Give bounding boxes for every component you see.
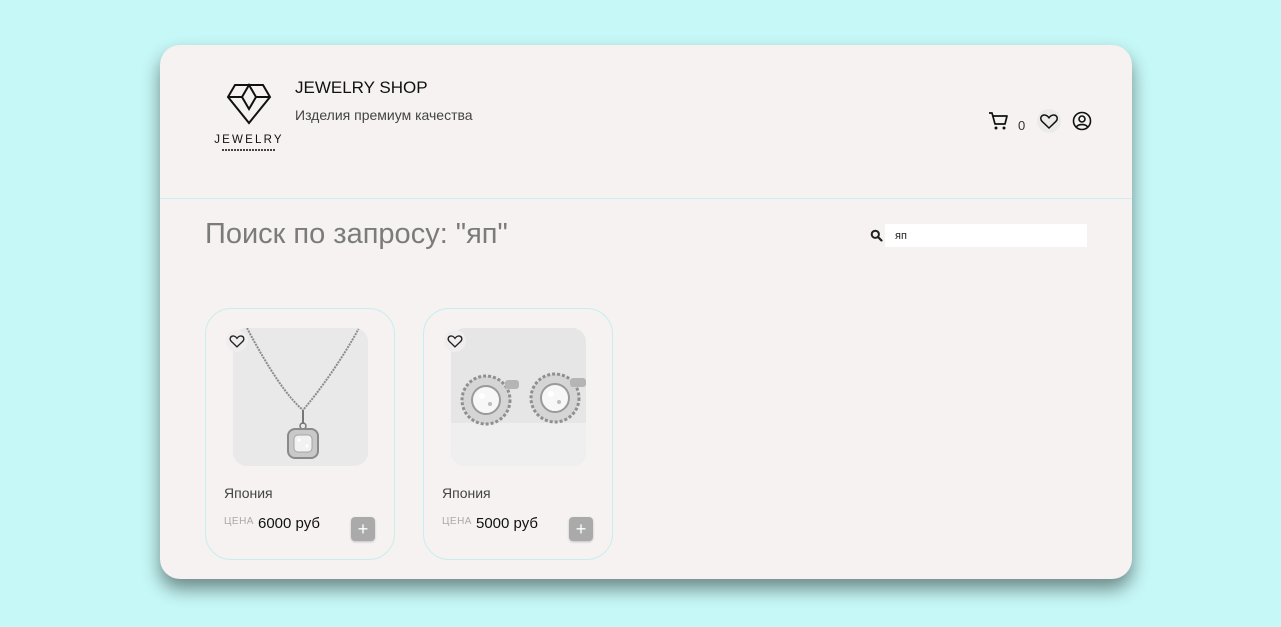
price-label: ЦЕНА xyxy=(442,516,472,527)
heart-icon xyxy=(1040,114,1058,130)
product-name[interactable]: Япония xyxy=(442,485,491,501)
favorite-toggle[interactable] xyxy=(226,330,248,352)
logo-wordmark: JEWELRY xyxy=(214,134,284,146)
product-image-necklace[interactable] xyxy=(233,328,368,466)
add-to-cart-button[interactable]: + xyxy=(351,517,375,541)
heart-icon xyxy=(447,335,463,348)
price-value: 5000 руб xyxy=(476,515,538,532)
shop-subtitle: Изделия премиум качества xyxy=(295,107,473,123)
favorite-toggle[interactable] xyxy=(444,330,466,352)
shop-title: JEWELRY SHOP xyxy=(295,78,428,97)
user-icon xyxy=(1072,111,1092,131)
diamond-logo-icon xyxy=(226,83,272,125)
product-card[interactable]: Япония ЦЕНА 6000 руб + xyxy=(205,308,395,560)
add-to-cart-button[interactable]: + xyxy=(569,517,593,541)
search-icon[interactable] xyxy=(870,229,883,242)
product-image-earrings[interactable] xyxy=(451,328,586,466)
product-name[interactable]: Япония xyxy=(224,485,273,501)
search-input[interactable] xyxy=(885,224,1087,247)
brand-logo[interactable]: JEWELRY xyxy=(208,79,290,161)
search-results-heading: Поиск по запросу: "яп" xyxy=(205,218,508,250)
site-header: JEWELRY JEWELRY SHOP Изделия премиум кач… xyxy=(160,45,1132,199)
profile-button[interactable] xyxy=(1071,110,1093,137)
earrings-image xyxy=(451,328,586,466)
product-card[interactable]: Япония ЦЕНА 5000 руб + xyxy=(423,308,613,560)
cart-count: 0 xyxy=(1018,118,1026,133)
cart-button[interactable] xyxy=(988,110,1010,137)
logo-tagline-mark xyxy=(222,149,276,151)
necklace-image xyxy=(233,328,368,466)
app-window: JEWELRY JEWELRY SHOP Изделия премиум кач… xyxy=(160,45,1132,579)
price-value: 6000 руб xyxy=(258,515,320,532)
cart-icon xyxy=(989,112,1008,130)
price-label: ЦЕНА xyxy=(224,516,254,527)
heart-icon xyxy=(229,335,245,348)
favorites-button[interactable] xyxy=(1037,109,1061,133)
